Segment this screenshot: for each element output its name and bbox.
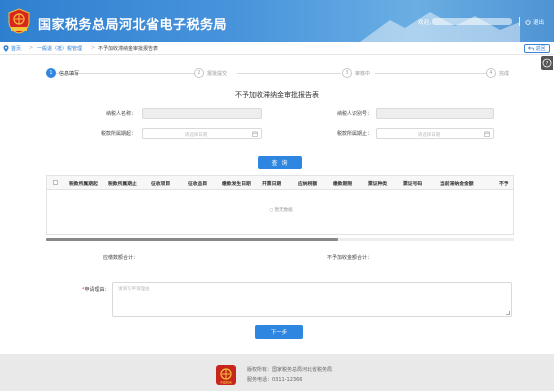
period-start-placeholder: 请选择日期 — [184, 133, 208, 138]
svg-text:中国税务: 中国税务 — [220, 380, 232, 385]
step-4-label: 完成 — [499, 71, 510, 77]
site-title: 国家税务总局河北省电子税务局 — [38, 18, 228, 33]
waived-late-fee-total-label: 不予加收金额合计： — [327, 255, 373, 261]
empty-state-text: ○ 暂无数据 — [269, 208, 293, 213]
column-header[interactable]: 税款所属期起 — [69, 180, 98, 187]
taxpayer-name-label: 纳税人名称： — [105, 111, 136, 117]
period-start-date-input[interactable]: 请选择日期 — [142, 128, 262, 139]
column-header[interactable]: 缴款期限 — [333, 180, 352, 187]
location-pin-icon — [3, 45, 9, 52]
taxpayer-id-field — [376, 108, 494, 119]
site-header: 国家税务总局河北省电子税务局 欢迎， 退出 — [0, 0, 554, 42]
period-start-label: 税款所属期起： — [100, 131, 136, 137]
step-1-indicator: 1 — [46, 68, 56, 78]
breadcrumb: 首页 > 一般退（抵）税管理 > 不予加收滞纳金审批报告表 — [0, 42, 554, 55]
column-header[interactable]: 不予 — [499, 180, 509, 187]
logout-button[interactable]: 退出 — [525, 16, 549, 28]
header-divider — [519, 17, 520, 26]
calendar-icon[interactable] — [252, 131, 258, 137]
column-header[interactable]: 票证号码 — [403, 180, 422, 187]
table-horizontal-scrollbar[interactable] — [46, 238, 514, 241]
next-step-button[interactable]: 下一步 — [255, 325, 303, 339]
footer-tax-emblem-icon: 中国税务 — [216, 365, 236, 385]
table-header: 税款所属期起 税款所属期止 征收项目 征收品目 缴款发生日期 开票日期 应纳税额… — [47, 176, 513, 190]
return-arrow-icon — [528, 46, 535, 51]
footer-hotline: 服务电话：0311-12366 — [247, 377, 303, 383]
period-end-date-input[interactable]: 请选择日期 — [376, 128, 494, 139]
breadcrumb-current: 不予加收滞纳金审批报告表 — [98, 46, 159, 52]
breadcrumb-refund-management[interactable]: 一般退（抵）税管理 — [37, 45, 82, 52]
power-icon — [525, 19, 531, 25]
resize-handle-icon[interactable] — [506, 311, 510, 315]
query-button[interactable]: 查 询 — [258, 156, 302, 169]
column-header[interactable]: 开票日期 — [262, 180, 281, 187]
site-footer: 中国税务 版权所有：国家税务总局河北省税务局 服务电话：0311-12366 — [0, 354, 554, 391]
reason-label: *申请理由： — [82, 286, 110, 293]
svg-text:?: ? — [546, 61, 549, 67]
logout-label: 退出 — [533, 20, 545, 26]
column-header[interactable]: 当前滞纳金金额 — [440, 180, 474, 187]
back-button[interactable]: 返回 — [524, 44, 550, 53]
reason-textarea[interactable]: 请填写申请理由 — [112, 282, 512, 317]
column-header[interactable]: 缴款发生日期 — [222, 180, 251, 187]
reason-placeholder: 请填写申请理由 — [118, 287, 150, 292]
breadcrumb-home[interactable]: 首页 — [11, 45, 21, 52]
reason-label-text: 申请理由： — [84, 287, 110, 293]
period-end-label: 税款所属期止： — [336, 131, 372, 137]
help-icon: ? — [542, 58, 552, 68]
username-redacted — [432, 18, 512, 25]
step-connector — [375, 73, 486, 74]
step-3-indicator: 3 — [342, 68, 352, 78]
help-tab[interactable]: ? — [541, 56, 553, 70]
column-header[interactable]: 票证种类 — [368, 180, 387, 187]
column-header[interactable]: 税款所属期止 — [108, 180, 137, 187]
breadcrumb-separator: > — [91, 45, 96, 51]
form-title: 不予加收滞纳金审批报告表 — [235, 91, 319, 99]
step-3-label: 审核中 — [355, 71, 371, 77]
column-header[interactable]: 征收品目 — [188, 180, 207, 187]
footer-copyright: 版权所有：国家税务总局河北省税务局 — [247, 367, 333, 373]
empty-label: 暂无数据 — [274, 208, 293, 213]
column-header[interactable]: 征收项目 — [151, 180, 170, 187]
step-4-indicator: 4 — [486, 68, 496, 78]
scrollbar-thumb[interactable] — [46, 238, 338, 241]
step-1-label: 信息填写 — [59, 71, 80, 77]
column-header[interactable]: 应纳税额 — [298, 180, 317, 187]
overdue-amount-total-label: 应缴数额合计： — [103, 255, 139, 261]
step-connector — [237, 73, 341, 74]
taxpayer-name-field — [142, 108, 262, 119]
breadcrumb-separator: > — [29, 45, 34, 51]
step-2-indicator: 2 — [194, 68, 204, 78]
taxpayer-id-label: 纳税人识别号： — [336, 111, 372, 117]
calendar-icon[interactable] — [484, 131, 490, 137]
tax-emblem-icon — [8, 8, 30, 34]
mountain-decoration — [360, 12, 520, 42]
back-label: 返回 — [535, 46, 546, 52]
select-all-checkbox[interactable] — [53, 180, 58, 185]
step-2-label: 报批提交 — [207, 71, 228, 77]
period-end-placeholder: 请选择日期 — [417, 133, 441, 138]
results-table: 税款所属期起 税款所属期止 征收项目 征收品目 缴款发生日期 开票日期 应纳税额… — [46, 175, 514, 235]
